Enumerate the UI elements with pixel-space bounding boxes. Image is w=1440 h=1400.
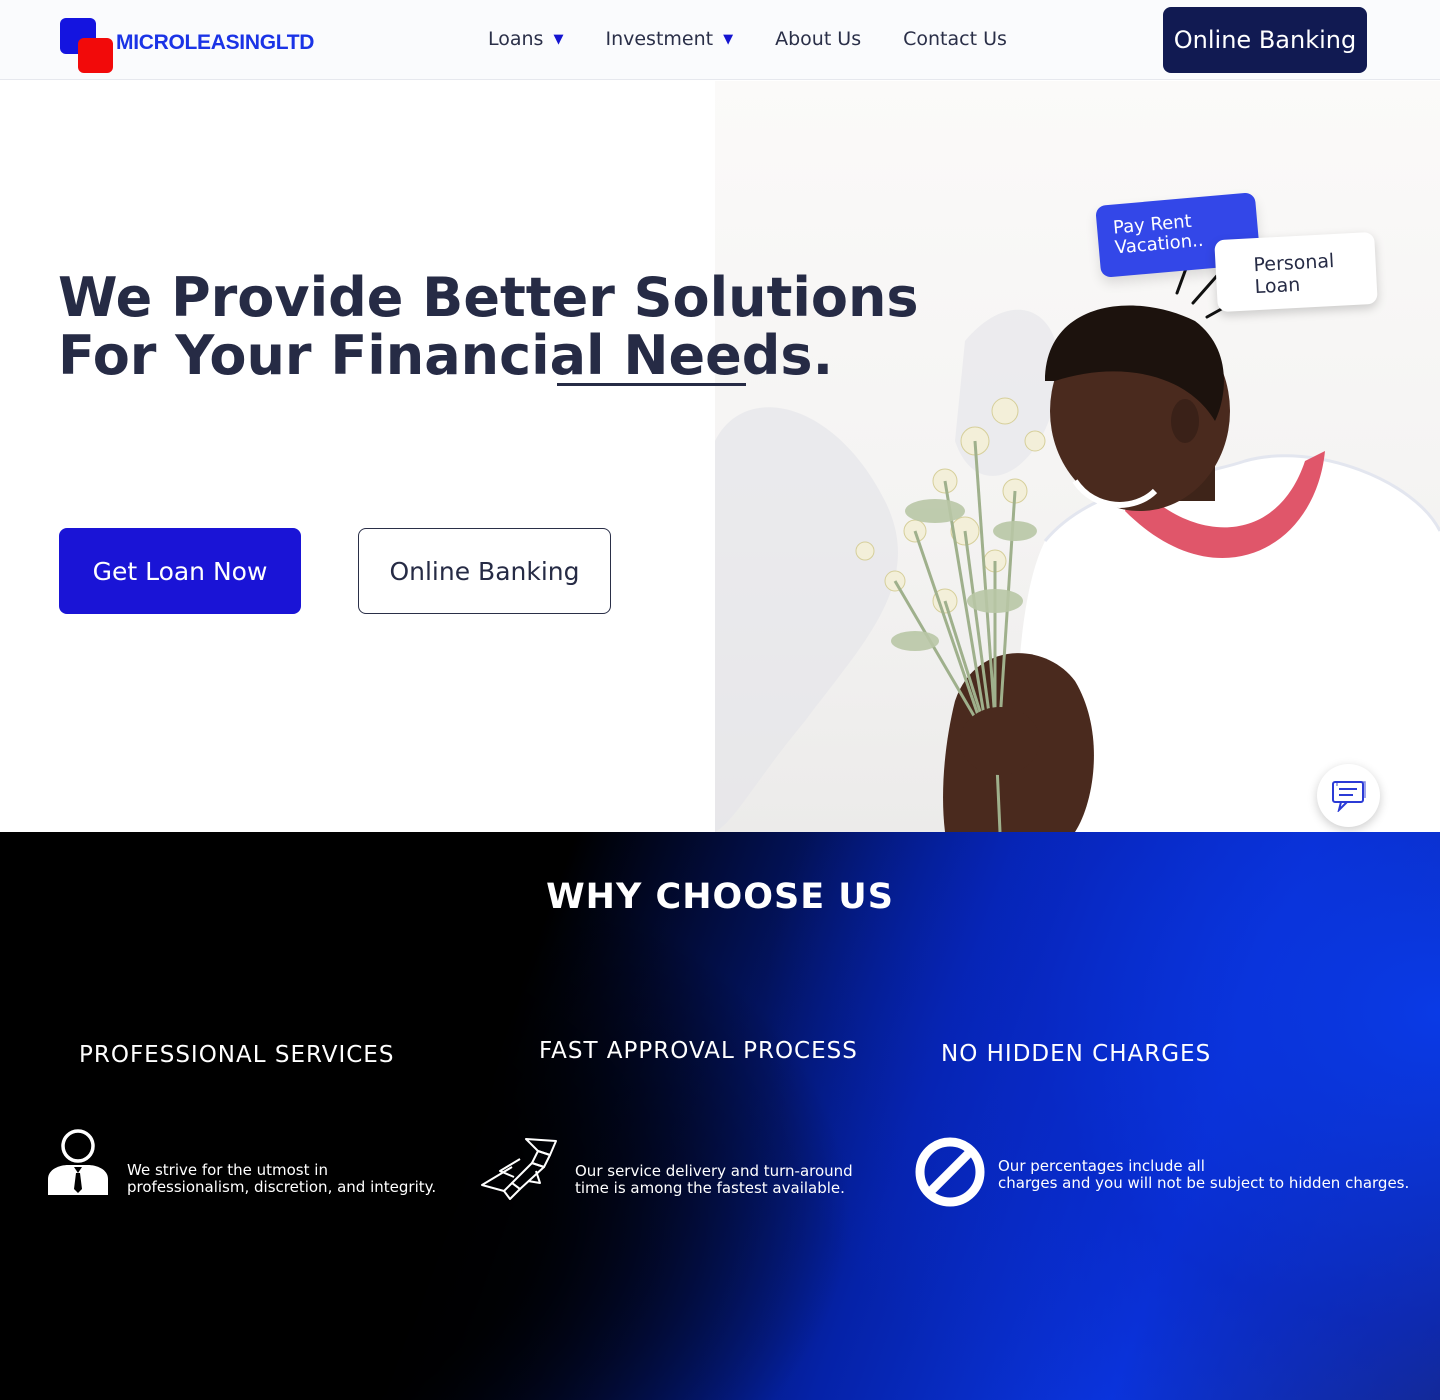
- feature-text-line: time is among the fastest available.: [575, 1179, 845, 1197]
- businessman-icon: [48, 1129, 108, 1195]
- hero-title-line-1: We Provide Better Solutions: [58, 266, 919, 329]
- online-banking-hero-button[interactable]: Online Banking: [358, 528, 611, 614]
- feature-text-professional-services: We strive for the utmost in professional…: [127, 1162, 436, 1196]
- title-underline: [557, 383, 746, 386]
- section-title: WHY CHOOSE US: [546, 877, 894, 917]
- hero-title-line-2: For Your Financial Needs.: [58, 324, 834, 387]
- menu-item-about-us[interactable]: About Us: [775, 28, 861, 50]
- feature-text-line: professionalism, discretion, and integri…: [127, 1178, 437, 1196]
- feature-text-line: Our percentages include all: [998, 1157, 1205, 1175]
- menu-item-loans[interactable]: Loans ▼: [488, 28, 563, 50]
- personal-loan-tag: Personal Loan: [1214, 231, 1378, 313]
- logo-text: MICROLEASINGLTD: [116, 31, 315, 54]
- caret-down-icon: ▼: [553, 31, 564, 47]
- feature-text-line: We strive for the utmost in: [127, 1161, 328, 1179]
- top-navigation: MICROLEASINGLTD Loans ▼ Investment ▼ Abo…: [0, 0, 1440, 80]
- hero-photo: [715, 81, 1440, 832]
- hero-title: We Provide Better Solutions For Your Fin…: [58, 269, 919, 385]
- feature-text-fast-approval: Our service delivery and turn-around tim…: [575, 1163, 853, 1197]
- hero-section: We Provide Better Solutions For Your Fin…: [0, 81, 1440, 832]
- caret-down-icon: ▼: [723, 31, 734, 47]
- online-banking-nav-button[interactable]: Online Banking: [1163, 7, 1367, 73]
- feature-title-no-hidden-charges: NO HIDDEN CHARGES: [941, 1041, 1212, 1067]
- feature-title-professional-services: PROFESSIONAL SERVICES: [79, 1042, 395, 1068]
- man-with-flowers-illustration: [715, 259, 1440, 832]
- rocket-icon: [481, 1138, 557, 1200]
- get-loan-now-button[interactable]: Get Loan Now: [59, 528, 301, 614]
- main-menu: Loans ▼ Investment ▼ About Us Contact Us: [488, 28, 1049, 50]
- menu-item-label: About Us: [775, 28, 862, 50]
- feature-text-no-hidden-charges: Our percentages include all charges and …: [998, 1158, 1409, 1192]
- background-shade: [0, 832, 1440, 1400]
- feature-text-line: charges and you will not be subject to h…: [998, 1174, 1410, 1192]
- menu-item-label: Investment: [605, 28, 714, 50]
- menu-item-label: Loans: [488, 28, 544, 50]
- feature-text-line: Our service delivery and turn-around: [575, 1162, 853, 1180]
- chat-button[interactable]: [1317, 764, 1380, 827]
- menu-item-label: Contact Us: [903, 28, 1007, 50]
- feature-title-fast-approval: FAST APPROVAL PROCESS: [539, 1038, 858, 1064]
- logo[interactable]: MICROLEASINGLTD: [60, 18, 330, 74]
- menu-item-investment[interactable]: Investment ▼: [605, 28, 733, 50]
- no-symbol-icon: [915, 1137, 985, 1207]
- chat-icon: [1331, 780, 1366, 812]
- logo-red-square: [78, 38, 113, 73]
- why-choose-us-section: WHY CHOOSE US PROFESSIONAL SERVICES We s…: [0, 832, 1440, 1400]
- menu-item-contact-us[interactable]: Contact Us: [903, 28, 1007, 50]
